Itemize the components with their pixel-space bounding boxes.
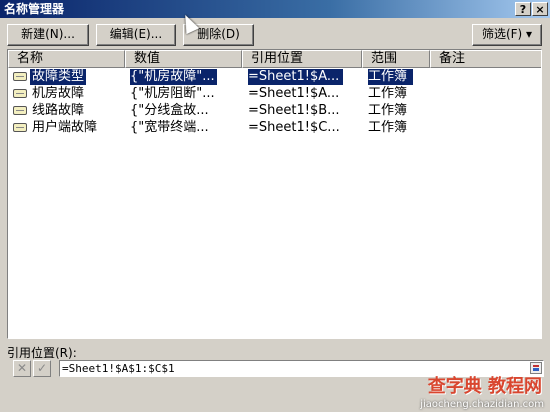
watermark-url: jiaocheng.chazidian.com: [420, 399, 544, 410]
row-refers-to: =Sheet1!$A...: [248, 86, 340, 101]
row-refers-to: =Sheet1!$C...: [248, 120, 340, 135]
column-header-name[interactable]: 名称: [8, 50, 125, 68]
column-header-comment[interactable]: 备注: [430, 50, 541, 68]
close-button[interactable]: ×: [532, 2, 548, 16]
row-scope: 工作簿: [368, 103, 408, 118]
refers-to-value: =Sheet1!$A$1:$C$1: [62, 362, 175, 375]
row-name: 用户端故障: [32, 120, 98, 135]
row-refers-to: =Sheet1!$B...: [248, 103, 340, 118]
list-row[interactable]: 故障类型 {"机房故障"... =Sheet1!$A... 工作簿: [8, 69, 438, 85]
watermark-logo: 查字典 教程网: [427, 376, 542, 397]
column-header-refers-to[interactable]: 引用位置: [242, 50, 362, 68]
row-scope: 工作簿: [368, 120, 408, 135]
names-list[interactable]: 名称 数值 引用位置 范围 备注 故障类型 {"机房故障"... =Sheet1…: [7, 49, 542, 339]
named-range-icon: [13, 123, 27, 132]
edit-button[interactable]: 编辑(E)...: [96, 24, 176, 46]
refers-to-label: 引用位置(R):: [7, 346, 77, 360]
row-value: {"宽带终端...: [130, 120, 209, 135]
row-value: {"分线盒故...: [130, 103, 209, 118]
new-button[interactable]: 新建(N)...: [7, 24, 89, 46]
named-range-icon: [13, 72, 27, 81]
help-button[interactable]: ?: [515, 2, 531, 16]
filter-button[interactable]: 筛选(F) ▾: [472, 24, 542, 46]
named-range-icon: [13, 106, 27, 115]
row-name: 线路故障: [32, 103, 85, 118]
row-refers-to: =Sheet1!$A...: [248, 69, 344, 85]
column-header-scope[interactable]: 范围: [362, 50, 430, 68]
row-scope: 工作簿: [368, 69, 414, 85]
row-name: 机房故障: [32, 86, 85, 101]
row-value: {"机房故障"...: [130, 69, 217, 85]
list-row[interactable]: 机房故障 {"机房阻断"... =Sheet1!$A... 工作簿: [8, 86, 438, 102]
column-header-value[interactable]: 数值: [125, 50, 242, 68]
title-bar: 名称管理器 ? ×: [0, 0, 550, 18]
row-value: {"机房阻断"...: [130, 86, 215, 101]
row-scope: 工作簿: [368, 86, 408, 101]
window-title: 名称管理器: [4, 2, 65, 16]
list-row[interactable]: 用户端故障 {"宽带终端... =Sheet1!$C... 工作簿: [8, 120, 438, 136]
cancel-edit-icon[interactable]: ✕: [13, 360, 31, 377]
list-header: 名称 数值 引用位置 范围 备注: [8, 50, 541, 68]
list-row[interactable]: 线路故障 {"分线盒故... =Sheet1!$B... 工作簿: [8, 103, 438, 119]
confirm-edit-icon[interactable]: ✓: [33, 360, 51, 377]
named-range-icon: [13, 89, 27, 98]
row-name: 故障类型: [30, 69, 87, 85]
